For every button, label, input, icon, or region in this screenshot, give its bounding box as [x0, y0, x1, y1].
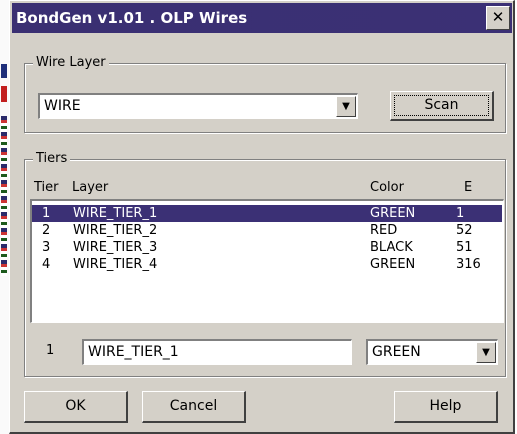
table-row[interactable]: 1 WIRE_TIER_1 GREEN 1: [32, 205, 502, 222]
help-button-label: Help: [429, 398, 462, 414]
tiers-group-label: Tiers: [33, 151, 71, 167]
background-decoration: [1, 116, 7, 276]
tier-layer-input-value: WIRE_TIER_1: [88, 344, 179, 360]
column-header-layer[interactable]: Layer: [72, 177, 108, 199]
tier-color-select[interactable]: GREEN ▼: [366, 339, 498, 365]
chevron-down-icon[interactable]: ▼: [336, 96, 356, 117]
scan-button[interactable]: Scan: [390, 91, 494, 121]
tier-layer-input[interactable]: WIRE_TIER_1: [82, 339, 352, 365]
table-row[interactable]: 3 WIRE_TIER_3 BLACK 51: [32, 239, 502, 256]
close-button[interactable]: ✕: [486, 6, 510, 30]
focus-rect: [394, 95, 489, 116]
color-cell: RED: [370, 223, 398, 238]
ok-button-label: OK: [65, 398, 86, 414]
layer-cell: WIRE_TIER_1: [73, 206, 158, 221]
wire-layer-value: WIRE: [44, 98, 81, 114]
tier-cell: 4: [42, 257, 51, 272]
bondgen-dialog: BondGen v1.01 . OLP Wires ✕ Wire Layer W…: [9, 0, 515, 434]
e-cell: 316: [456, 257, 481, 272]
e-cell: 51: [456, 240, 473, 255]
help-button[interactable]: Help: [394, 391, 498, 423]
chevron-down-icon[interactable]: ▼: [476, 342, 496, 363]
edit-tier-number: 1: [46, 343, 55, 358]
background-decoration: [1, 64, 7, 78]
cancel-button-label: Cancel: [169, 398, 218, 414]
tiers-list[interactable]: 1 WIRE_TIER_1 GREEN 1 2 WIRE_TIER_2 RED …: [30, 199, 504, 323]
tier-color-value: GREEN: [372, 344, 421, 360]
title-bar[interactable]: BondGen v1.01 . OLP Wires ✕: [12, 3, 512, 33]
ok-button[interactable]: OK: [24, 391, 128, 423]
layer-cell: WIRE_TIER_3: [73, 240, 158, 255]
table-row[interactable]: 4 WIRE_TIER_4 GREEN 316: [32, 256, 502, 273]
background-decoration: [1, 86, 7, 102]
table-row[interactable]: 2 WIRE_TIER_2 RED 52: [32, 222, 502, 239]
column-header-color[interactable]: Color: [370, 177, 404, 199]
e-cell: 52: [456, 223, 473, 238]
layer-cell: WIRE_TIER_4: [73, 257, 158, 272]
e-cell: 1: [456, 206, 465, 221]
tiers-list-header: Tier Layer Color E: [30, 177, 506, 199]
column-header-e[interactable]: E: [464, 177, 472, 199]
column-header-tier[interactable]: Tier: [34, 177, 59, 199]
window-title: BondGen v1.01 . OLP Wires: [16, 9, 248, 27]
color-cell: GREEN: [370, 257, 416, 272]
tier-cell: 2: [42, 223, 51, 238]
tier-cell: 3: [42, 240, 51, 255]
wire-layer-group-label: Wire Layer: [33, 55, 109, 71]
color-cell: GREEN: [370, 206, 416, 221]
close-icon: ✕: [491, 8, 505, 26]
layer-cell: WIRE_TIER_2: [73, 223, 158, 238]
cancel-button[interactable]: Cancel: [142, 391, 246, 423]
wire-layer-select[interactable]: WIRE ▼: [38, 93, 358, 119]
tier-cell: 1: [42, 206, 51, 221]
color-cell: BLACK: [370, 240, 413, 255]
